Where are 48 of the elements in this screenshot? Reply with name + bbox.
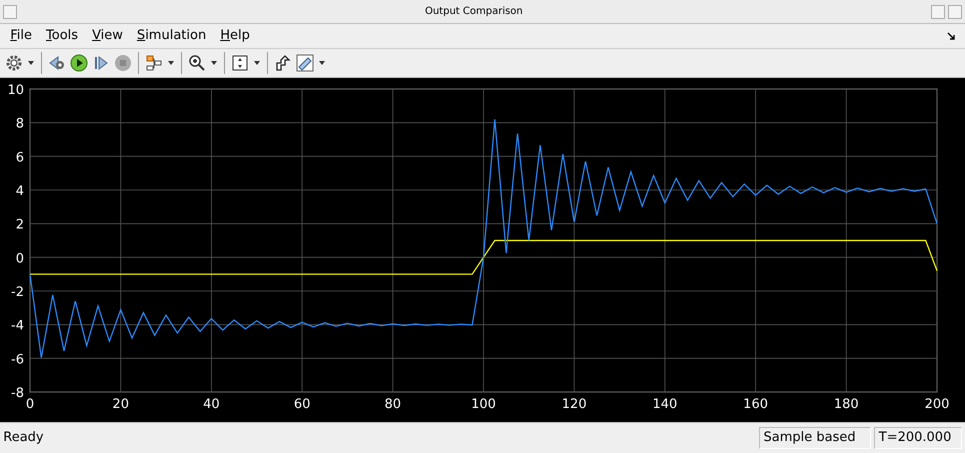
step-forward-icon [92, 54, 110, 72]
step-back-icon [48, 54, 66, 72]
zoom-in-icon [188, 54, 206, 72]
x-tick-label: 120 [562, 397, 587, 412]
x-tick-label: 80 [384, 397, 402, 412]
x-tick-label: 200 [924, 397, 950, 412]
x-tick-label: 20 [112, 397, 129, 412]
x-tick-label: 100 [471, 397, 496, 412]
y-tick-label: 4 [16, 184, 24, 199]
menu-item[interactable]: View [85, 26, 130, 46]
x-tick-label: 60 [294, 397, 310, 412]
menu-item[interactable]: File [3, 26, 40, 46]
status-message: Ready [3, 429, 45, 448]
menu-item[interactable]: Simulation [130, 26, 214, 46]
x-tick-label: 140 [652, 397, 678, 412]
y-tick-label: -4 [11, 318, 24, 334]
caret-icon [211, 61, 218, 65]
block-diagram-icon [145, 54, 164, 72]
ruler-button[interactable] [294, 52, 316, 74]
menu-item[interactable]: Help [213, 26, 257, 46]
gear-icon [5, 54, 24, 72]
y-tick-label: -8 [11, 386, 24, 401]
window-title: Output Comparison [424, 5, 524, 19]
caret-icon [168, 61, 174, 65]
play-button[interactable] [68, 52, 90, 74]
caret-icon [28, 61, 34, 65]
menu-item[interactable]: Tools [39, 26, 86, 46]
y-tick-label: 10 [7, 83, 24, 98]
x-tick-label: 40 [203, 397, 220, 412]
highlight-icon [274, 54, 292, 72]
x-tick-label: 180 [834, 397, 859, 412]
undock-arrow-icon[interactable] [946, 32, 956, 40]
simulation-time: T=200.000 [874, 427, 962, 449]
y-tick-label: 6 [16, 150, 24, 166]
x-tick-label: 160 [743, 397, 768, 412]
y-tick-label: -6 [11, 352, 24, 368]
stop-icon [114, 54, 132, 72]
y-tick-label: 2 [16, 218, 24, 233]
play-icon [70, 54, 88, 72]
simulation-mode: Sample based [758, 427, 870, 449]
y-tick-label: 8 [16, 116, 24, 132]
x-tick-label: 0 [26, 397, 34, 412]
caret-icon [319, 61, 326, 65]
caret-icon [254, 61, 260, 65]
y-tick-label: 0 [16, 251, 24, 266]
y-tick-label: -2 [11, 285, 24, 300]
autoscale-icon [231, 54, 250, 72]
ruler-icon [296, 54, 314, 72]
